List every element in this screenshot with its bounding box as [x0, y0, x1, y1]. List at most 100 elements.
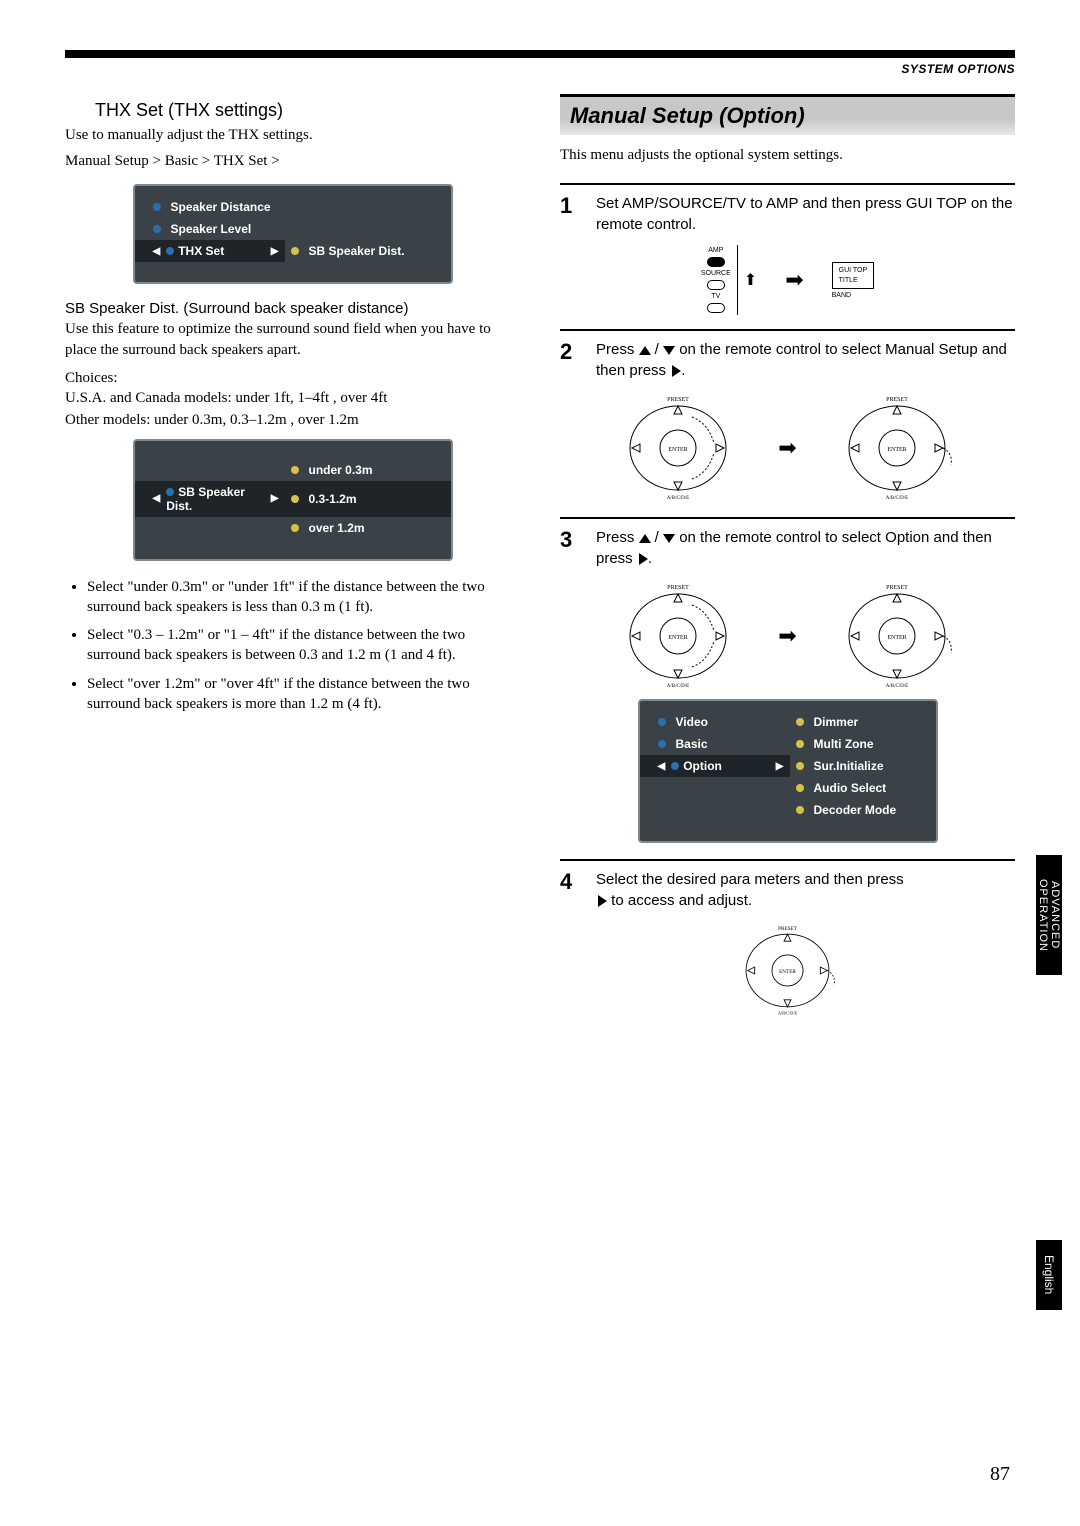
menu-item-selected: ◀ THX Set ▶	[135, 240, 285, 262]
sb-speaker-desc: Use this feature to optimize the surroun…	[65, 319, 520, 360]
svg-text:PRESET: PRESET	[886, 585, 908, 591]
gui-top-button-icon: GUI TOP TITLE	[832, 262, 875, 289]
onscreen-menu-sb: under 0.3m ◀ SB Speaker Dist. ▶ 0.3-1.2m…	[133, 439, 453, 561]
step-text-part: on the remote control to select Option a…	[596, 529, 992, 567]
step-number: 2	[560, 339, 582, 381]
label-title: TITLE	[839, 277, 858, 284]
flow-arrow-icon: ➡	[785, 267, 803, 293]
menu-item-selected: ◀ Option ▶	[640, 755, 790, 777]
option-item: under 0.3m	[285, 459, 451, 481]
svg-text:PRESET: PRESET	[778, 926, 798, 932]
menu-item: Basic	[640, 733, 790, 755]
svg-text:A/B/C/D/E: A/B/C/D/E	[667, 496, 690, 501]
choice-us: U.S.A. and Canada models: under 1ft, 1–4…	[65, 388, 520, 408]
svg-text:A/B/C/D/E: A/B/C/D/E	[778, 1011, 798, 1016]
step-text: Set AMP/SOURCE/TV to AMP and then press …	[596, 193, 1015, 235]
bullet-item: Select "0.3 – 1.2m" or "1 – 4ft" if the …	[87, 625, 520, 666]
step-number: 3	[560, 527, 582, 569]
remote-amp-figure: AMP SOURCE TV ⬆ ➡ GUI TOP TITLE BAND	[560, 245, 1015, 315]
step-text-part: Press	[596, 529, 639, 546]
left-arrow-icon: ◀	[153, 493, 161, 504]
right-arrow-icon: ▶	[776, 761, 784, 772]
menu-item-label: SB Speaker Dist.	[166, 485, 265, 513]
flow-arrow-icon: ➡	[778, 623, 796, 649]
up-arrow-icon: ⬆	[744, 270, 757, 290]
label-tv: TV	[711, 293, 720, 300]
dpad-icon: PRESET ENTER A/B/C/D/E	[837, 581, 957, 691]
svg-text:ENTER: ENTER	[779, 969, 796, 975]
dpad-icon: PRESET ENTER A/B/C/D/E	[735, 923, 840, 1018]
dpad-icon: PRESET ENTER A/B/C/D/E	[618, 581, 738, 691]
label-band: BAND	[832, 292, 851, 299]
svg-text:A/B/C/D/E: A/B/C/D/E	[885, 684, 908, 689]
svg-text:ENTER: ENTER	[887, 447, 906, 453]
choice-other: Other models: under 0.3m, 0.3–1.2m , ove…	[65, 410, 520, 430]
submenu-item: SB Speaker Dist.	[285, 240, 451, 262]
step-text: Press / on the remote control to select …	[596, 339, 1015, 381]
submenu-item: Audio Select	[790, 777, 936, 799]
sb-speaker-heading: SB Speaker Dist. (Surround back speaker …	[65, 300, 520, 317]
dpad-figure-step2: PRESET ENTER A/B/C/D/E ➡ PRESET ENTER	[560, 393, 1015, 503]
submenu-item: Sur.Initialize	[790, 755, 936, 777]
step-number: 4	[560, 869, 582, 911]
amp-button-icon	[707, 257, 725, 267]
left-arrow-icon: ◀	[153, 246, 161, 257]
step-text-part: Press	[596, 341, 639, 358]
up-icon	[639, 346, 651, 355]
svg-text:PRESET: PRESET	[667, 585, 689, 591]
step-2: 2 Press / on the remote control to selec…	[560, 329, 1015, 381]
step-text-part: on the remote control to select Manual S…	[596, 341, 1007, 379]
dpad-icon: PRESET ENTER A/B/C/D/E	[618, 393, 738, 503]
down-icon	[663, 534, 675, 543]
label-source: SOURCE	[701, 270, 731, 277]
page-number: 87	[990, 1463, 1010, 1486]
svg-text:ENTER: ENTER	[669, 447, 688, 453]
down-icon	[663, 346, 675, 355]
right-arrow-icon: ▶	[271, 246, 279, 257]
thx-menu-path: Manual Setup > Basic > THX Set >	[65, 153, 520, 170]
submenu-item: Decoder Mode	[790, 799, 936, 821]
menu-item: Video	[640, 711, 790, 733]
bullet-item: Select "over 1.2m" or "over 4ft" if the …	[87, 674, 520, 715]
step-text-part: to access and adjust.	[611, 892, 752, 909]
menu-item-label: Option	[671, 759, 722, 773]
option-item: over 1.2m	[285, 517, 451, 539]
label-guitop: GUI TOP	[839, 267, 868, 274]
step-4: 4 Select the desired para meters and the…	[560, 859, 1015, 911]
svg-text:ENTER: ENTER	[669, 635, 688, 641]
step-text: Press / on the remote control to select …	[596, 527, 1015, 569]
menu-item: Speaker Distance	[135, 196, 285, 218]
section-heading: Manual Setup (Option)	[560, 94, 1015, 135]
onscreen-menu-thx: Speaker Distance Speaker Level ◀ THX Set…	[133, 184, 453, 284]
step-text: Select the desired para meters and then …	[596, 869, 904, 911]
svg-text:ENTER: ENTER	[887, 635, 906, 641]
step-1: 1 Set AMP/SOURCE/TV to AMP and then pres…	[560, 183, 1015, 235]
step-number: 1	[560, 193, 582, 235]
menu-item-selected: ◀ SB Speaker Dist. ▶	[135, 481, 285, 517]
right-arrow-icon: ▶	[271, 493, 279, 504]
svg-text:PRESET: PRESET	[886, 397, 908, 403]
menu-item: Speaker Level	[135, 218, 285, 240]
up-icon	[639, 534, 651, 543]
submenu-item: Multi Zone	[790, 733, 936, 755]
dpad-icon: PRESET ENTER A/B/C/D/E	[837, 393, 957, 503]
enter-icon	[639, 553, 648, 565]
header-section-label: SYSTEM OPTIONS	[65, 62, 1015, 76]
enter-icon	[672, 365, 681, 377]
section-intro: This menu adjusts the optional system se…	[560, 145, 1015, 165]
step-text-part: Select the desired para meters and then …	[596, 871, 904, 888]
right-column: Manual Setup (Option) This menu adjusts …	[560, 94, 1015, 1024]
left-arrow-icon: ◀	[658, 761, 666, 772]
menu-item-label: THX Set	[166, 244, 224, 258]
top-black-bar	[65, 50, 1015, 58]
svg-text:A/B/C/D/E: A/B/C/D/E	[667, 684, 690, 689]
onscreen-menu-option: VideoDimmer BasicMulti Zone ◀ Option ▶ S…	[638, 699, 938, 843]
dpad-figure-step4: PRESET ENTER A/B/C/D/E	[560, 923, 1015, 1018]
enter-icon	[598, 895, 607, 907]
thx-desc: Use to manually adjust the THX settings.	[65, 125, 520, 145]
source-button-icon	[707, 280, 725, 290]
label-amp: AMP	[708, 247, 723, 254]
submenu-item: Dimmer	[790, 711, 936, 733]
choices-label: Choices:	[65, 368, 520, 388]
left-column: THX Set (THX settings) Use to manually a…	[65, 94, 520, 1024]
